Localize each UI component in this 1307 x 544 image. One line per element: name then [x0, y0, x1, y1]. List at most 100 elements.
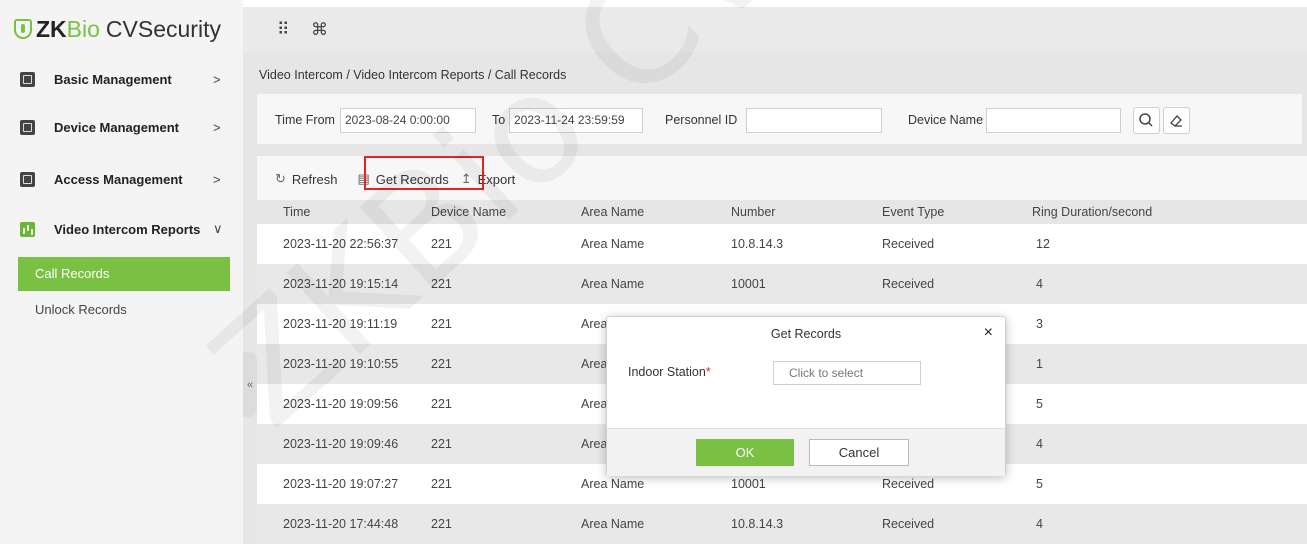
column-header-number[interactable]: Number — [731, 200, 775, 224]
cell-time: 2023-11-20 22:56:37 — [283, 237, 399, 251]
cell-number: 10001 — [731, 277, 766, 291]
column-header-device-name[interactable]: Device Name — [431, 200, 506, 224]
indoor-station-select[interactable]: Click to select — [773, 361, 921, 385]
get-records-dialog: Get Records × Indoor Station* Click to s… — [606, 316, 1006, 476]
dialog-footer: OK Cancel — [607, 428, 1005, 476]
eraser-icon — [1170, 115, 1182, 127]
cell-time: 2023-11-20 19:11:19 — [283, 317, 398, 331]
required-mark: * — [705, 365, 711, 379]
time-from-input[interactable]: 2023-08-24 0:00:00 — [340, 108, 476, 133]
cell-number: 10.8.14.3 — [731, 517, 784, 531]
sidebar-item-label: Device Management — [54, 119, 179, 135]
time-to-label: To — [492, 113, 506, 127]
device-name-input[interactable] — [986, 108, 1121, 133]
sidebar-subitem-unlock-records[interactable]: Unlock Records — [18, 293, 230, 327]
personnel-id-input[interactable] — [746, 108, 882, 133]
shortcut-command-icon[interactable]: ⌘ — [311, 20, 328, 40]
cell-ring-duration: 3 — [1036, 317, 1043, 331]
sidebar: ZK Bio CVSecurity Basic Management > Devic… — [0, 0, 243, 544]
cell-event-type: Received — [882, 237, 935, 251]
table-row[interactable]: 2023-11-20 22:56:37 221 Area Name 10.8.1… — [257, 224, 1307, 264]
refresh-button[interactable]: ↻ Refresh — [275, 171, 337, 187]
column-header-ring-duration[interactable]: Ring Duration/second — [1032, 200, 1152, 224]
column-header-time[interactable]: Time — [283, 200, 310, 224]
cell-device-name: 221 — [431, 477, 452, 491]
cell-area-name: Area Name — [581, 237, 645, 251]
report-chart-icon — [20, 221, 35, 237]
table-row[interactable]: 2023-11-20 19:15:14 221 Area Name 10001 … — [257, 264, 1307, 304]
dialog-title: Get Records — [770, 327, 842, 341]
cell-area-name: Area — [581, 437, 608, 451]
chevron-down-icon: ∨ — [213, 221, 223, 236]
cell-event-type: Received — [882, 517, 935, 531]
cell-area-name: Area — [581, 317, 608, 331]
cell-time: 2023-11-20 17:44:48 — [283, 517, 399, 531]
cell-ring-duration: 12 — [1036, 237, 1050, 251]
refresh-icon: ↻ — [275, 171, 286, 186]
cell-event-type: Received — [882, 277, 935, 291]
cell-ring-duration: 4 — [1036, 277, 1043, 291]
cell-time: 2023-11-20 19:10:55 — [283, 357, 399, 371]
ok-button[interactable]: OK — [696, 439, 794, 466]
table-row[interactable]: 2023-11-20 17:44:48 221 Area Name 10.8.1… — [257, 504, 1307, 544]
time-to-input[interactable]: 2023-11-24 23:59:59 — [509, 108, 643, 133]
filter-panel: Time From 2023-08-24 0:00:00 To 2023-11-… — [257, 94, 1302, 144]
device-management-icon — [20, 119, 35, 135]
clear-filter-button[interactable] — [1163, 107, 1190, 134]
sidebar-item-access-management[interactable]: Access Management > — [0, 159, 243, 199]
device-name-label: Device Name — [908, 113, 984, 127]
basic-management-icon — [20, 71, 35, 87]
cell-time: 2023-11-20 19:15:14 — [283, 277, 399, 291]
breadcrumb: Video Intercom / Video Intercom Reports … — [259, 68, 567, 82]
cell-ring-duration: 1 — [1036, 357, 1043, 371]
search-icon — [1139, 113, 1153, 127]
indoor-station-label-text: Indoor Station — [628, 365, 706, 379]
get-records-highlight — [364, 156, 484, 190]
column-header-event-type[interactable]: Event Type — [882, 200, 944, 224]
sidebar-item-label: Access Management — [54, 171, 183, 187]
sidebar-item-basic-management[interactable]: Basic Management > — [0, 59, 243, 99]
logo-text-bio: Bio — [66, 15, 100, 42]
sidebar-item-device-management[interactable]: Device Management > — [0, 107, 243, 147]
cancel-button[interactable]: Cancel — [809, 439, 909, 466]
refresh-label: Refresh — [291, 171, 338, 187]
cell-area-name: Area Name — [581, 277, 645, 291]
access-management-icon — [20, 171, 35, 187]
close-icon[interactable]: × — [984, 324, 993, 342]
time-from-label: Time From — [275, 113, 335, 127]
cell-area-name: Area Name — [581, 517, 645, 531]
personnel-id-label: Personnel ID — [665, 113, 738, 127]
cell-ring-duration: 4 — [1036, 437, 1043, 451]
sidebar-collapse-handle[interactable]: « — [243, 352, 257, 417]
cell-device-name: 221 — [431, 397, 452, 411]
cell-device-name: 221 — [431, 437, 452, 451]
indoor-station-label: Indoor Station* — [628, 365, 711, 379]
cell-time: 2023-11-20 19:09:46 — [283, 437, 399, 451]
cell-area-name: Area — [581, 397, 608, 411]
cell-ring-duration: 5 — [1036, 397, 1043, 411]
sidebar-item-label: Video Intercom Reports — [54, 221, 201, 237]
cell-time: 2023-11-20 19:09:56 — [283, 397, 399, 411]
table-header-row: Time Device Name Area Name Number Event … — [257, 200, 1307, 224]
chevron-right-icon: > — [213, 171, 221, 187]
sidebar-item-label: Basic Management — [54, 71, 172, 87]
sidebar-subitem-call-records[interactable]: Call Records — [18, 257, 230, 291]
search-button[interactable] — [1133, 107, 1160, 134]
chevron-right-icon: > — [213, 71, 221, 87]
column-header-area-name[interactable]: Area Name — [581, 200, 644, 224]
logo-text-zk: ZK — [36, 15, 67, 42]
cell-device-name: 221 — [431, 317, 452, 331]
cell-device-name: 221 — [431, 277, 452, 291]
chevron-right-icon: > — [213, 119, 221, 135]
sidebar-item-video-intercom-reports[interactable]: Video Intercom Reports ∨ — [0, 209, 243, 249]
apps-grid-icon[interactable]: ⠿ — [277, 20, 289, 40]
cell-time: 2023-11-20 19:07:27 — [283, 477, 399, 491]
cell-ring-duration: 5 — [1036, 477, 1043, 491]
top-bar: ⠿ ⌘ — [243, 7, 1307, 52]
cell-ring-duration: 4 — [1036, 517, 1043, 531]
shield-logo-icon — [14, 19, 32, 39]
cell-device-name: 221 — [431, 357, 452, 371]
cell-device-name: 221 — [431, 517, 452, 531]
cell-device-name: 221 — [431, 237, 452, 251]
app-logo[interactable]: ZK Bio CVSecurity — [14, 14, 221, 44]
